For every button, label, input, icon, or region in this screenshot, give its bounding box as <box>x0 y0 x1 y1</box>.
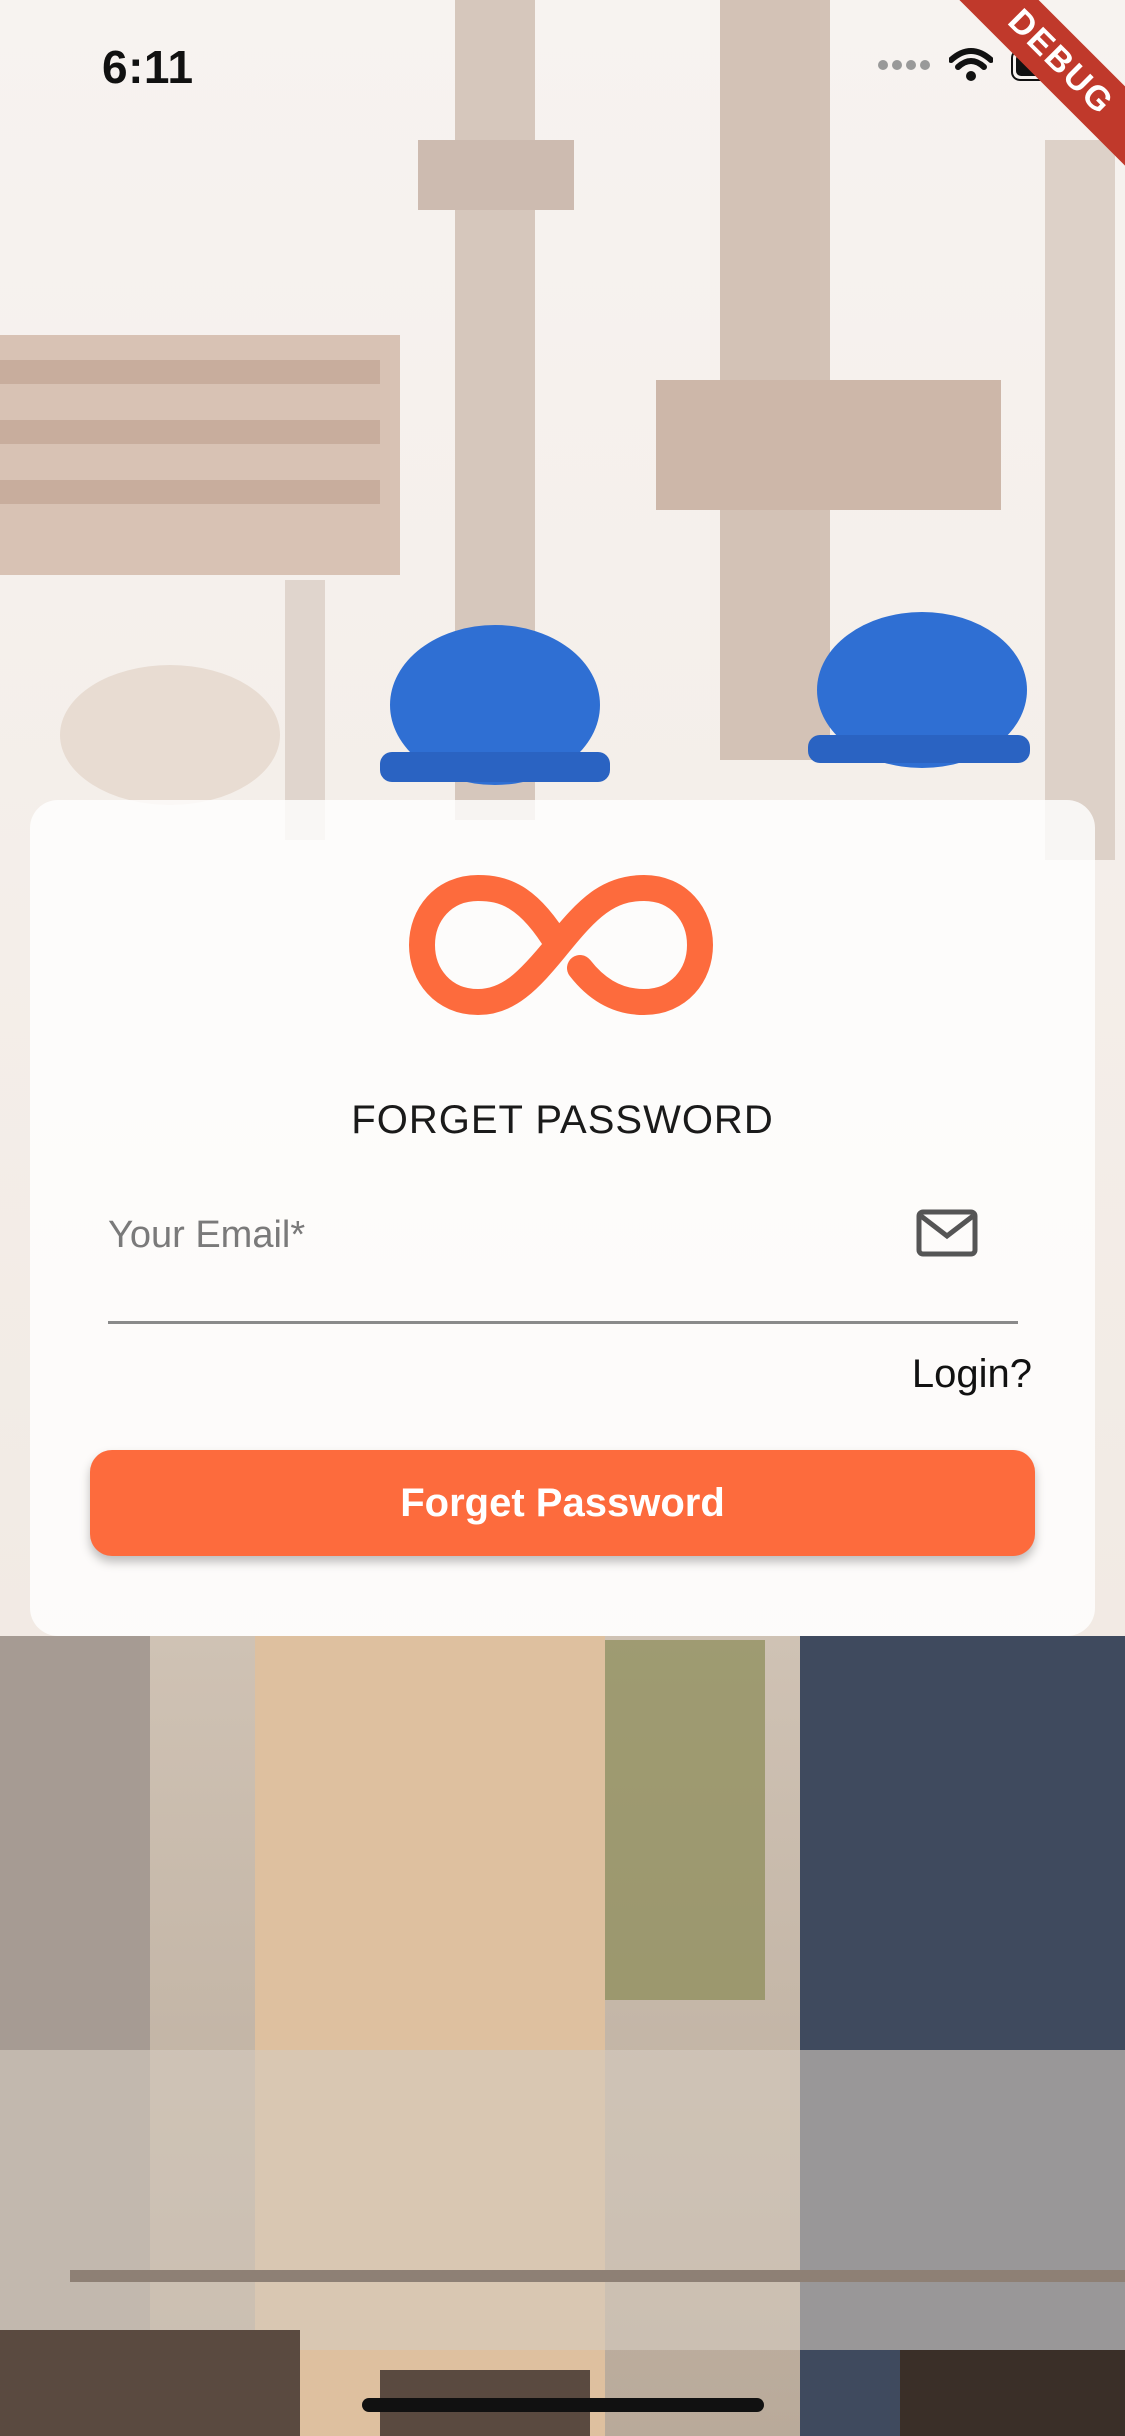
mail-icon <box>916 1209 978 1257</box>
signal-dots-icon <box>878 60 930 70</box>
login-link[interactable]: Login? <box>912 1352 1032 1397</box>
screen: 6:11 DEBUG FORGET PASSWORD Your Email* L… <box>0 0 1125 2436</box>
page-title: FORGET PASSWORD <box>351 1098 774 1142</box>
home-indicator <box>362 2398 764 2412</box>
status-time: 6:11 <box>102 41 194 93</box>
forget-password-button[interactable]: Forget Password <box>90 1450 1035 1556</box>
email-field <box>108 1195 1018 1324</box>
email-input[interactable] <box>108 1195 908 1275</box>
wifi-icon <box>949 48 993 81</box>
infinity-logo-icon <box>408 874 714 1016</box>
